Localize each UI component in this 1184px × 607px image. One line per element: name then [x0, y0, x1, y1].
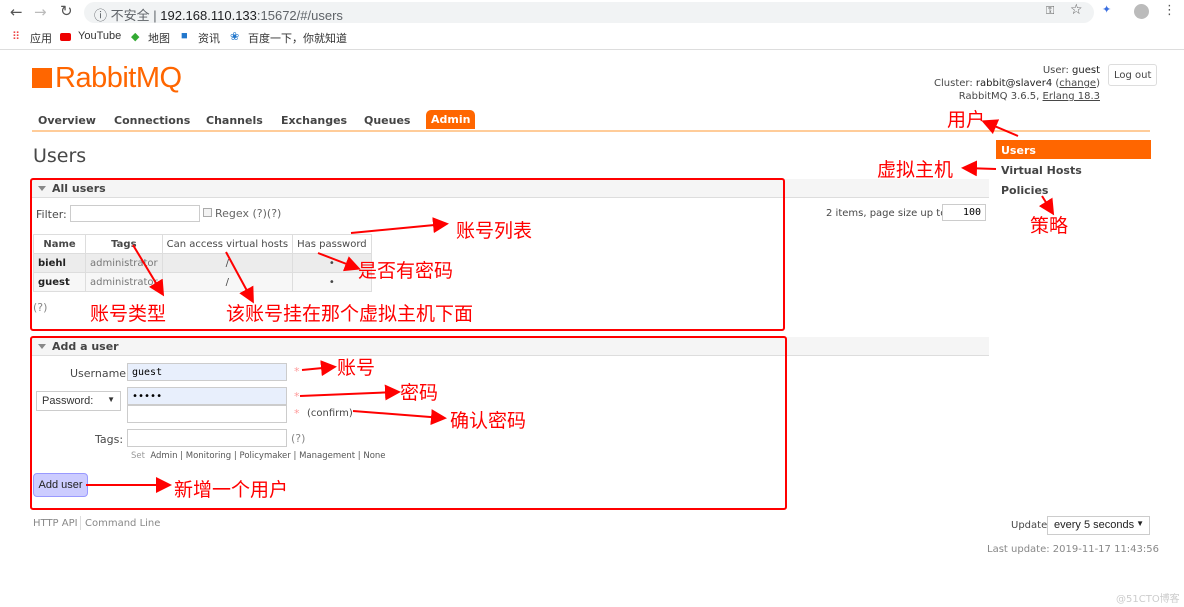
arrow	[350, 217, 449, 234]
arrow	[352, 409, 447, 426]
arrow	[317, 252, 361, 272]
arrow	[981, 119, 1019, 137]
arrow	[225, 251, 254, 304]
annotation-add: 新增一个用户	[174, 479, 289, 501]
arrow	[299, 384, 401, 401]
annotation-password: 密码	[400, 382, 439, 404]
annotation-vhost-access: 该账号挂在那个虚拟主机下面	[226, 303, 474, 325]
annotation-user-list: 账号列表	[456, 220, 533, 242]
annotation-vhosts: 虚拟主机	[877, 159, 954, 181]
annotation-has-password: 是否有密码	[358, 260, 454, 282]
arrow	[301, 360, 337, 377]
annotation-tags: 账号类型	[90, 303, 167, 325]
arrow	[961, 160, 997, 177]
annotation-arrows	[86, 119, 1055, 493]
arrow	[132, 244, 165, 297]
annotation-confirm: 确认密码	[450, 410, 527, 432]
annotation-policies: 策略	[1030, 215, 1069, 237]
arrow	[1038, 195, 1055, 216]
annotation-users: 用户	[947, 109, 986, 131]
annotation-username: 账号	[337, 357, 376, 379]
